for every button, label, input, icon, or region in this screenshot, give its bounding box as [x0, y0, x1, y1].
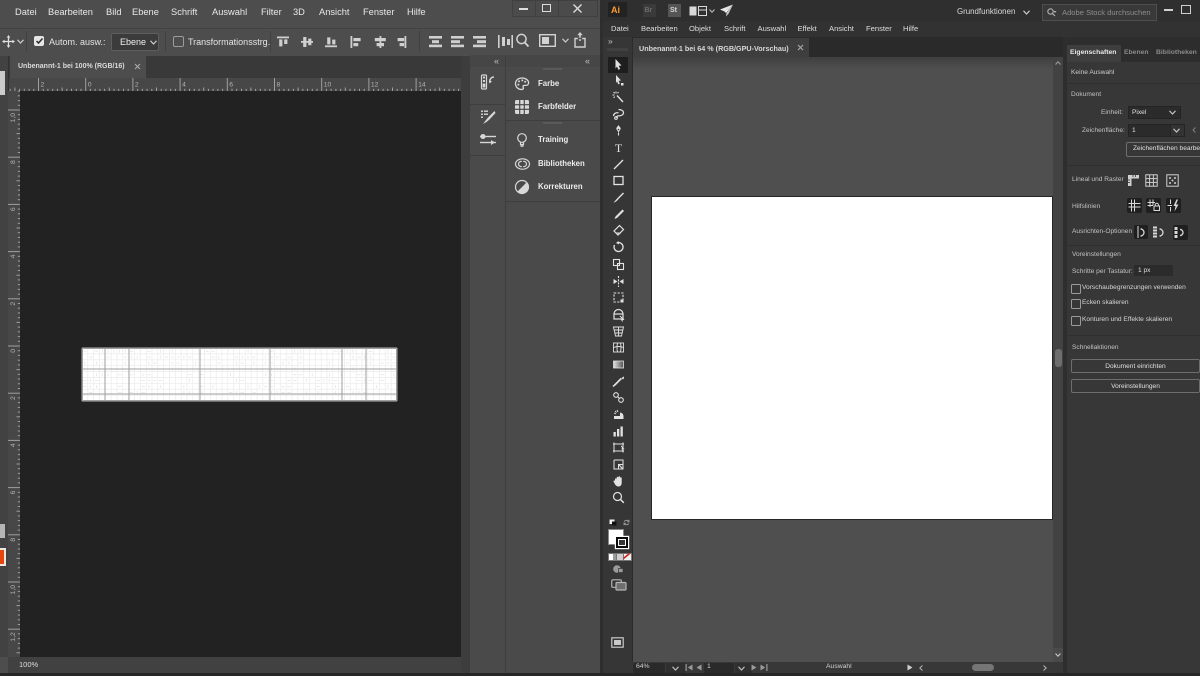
- svg-text:6: 6: [229, 82, 233, 89]
- svg-text:4: 4: [10, 443, 17, 447]
- svg-text:1,0: 1,0: [10, 585, 17, 595]
- svg-text:2: 2: [135, 82, 139, 89]
- svg-text:6: 6: [10, 490, 17, 494]
- svg-text:2: 2: [10, 302, 17, 306]
- svg-text:6: 6: [10, 207, 17, 211]
- svg-text:2: 2: [41, 82, 45, 89]
- svg-text:4: 4: [182, 82, 186, 89]
- svg-text:0: 0: [88, 82, 92, 89]
- svg-text:8: 8: [10, 160, 17, 164]
- svg-text:4: 4: [10, 254, 17, 258]
- svg-text:14: 14: [418, 82, 426, 89]
- svg-text:10: 10: [324, 82, 332, 89]
- svg-text:1,0: 1,0: [10, 113, 17, 123]
- svg-text:0: 0: [10, 349, 17, 353]
- svg-text:1,2: 1,2: [10, 632, 17, 642]
- svg-text:T: T: [614, 141, 622, 155]
- svg-text:8: 8: [277, 82, 281, 89]
- svg-text:12: 12: [371, 82, 379, 89]
- svg-text:8: 8: [10, 538, 17, 542]
- svg-text:2: 2: [10, 396, 17, 400]
